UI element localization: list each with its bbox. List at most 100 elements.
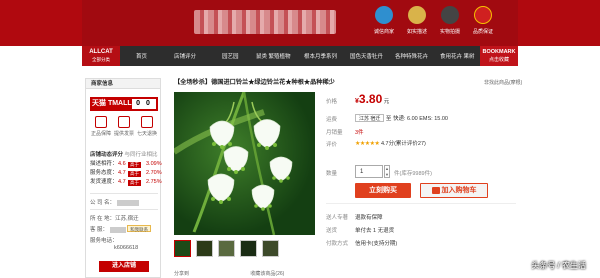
bookmark-line2: 点击收藏: [488, 57, 509, 63]
cart-icon: [431, 186, 440, 194]
shield-icon: [95, 116, 107, 128]
tmall-badge[interactable]: 天猫 TMALL.COM 0 0: [90, 97, 158, 111]
nav-roses[interactable]: 根本月季系列: [304, 52, 337, 60]
return-icon: [141, 116, 153, 128]
payment-value: 信用卡(支持分期): [355, 241, 398, 247]
nav-bulbs[interactable]: 鼠类 繁殖植物: [256, 52, 291, 60]
thumbnail[interactable]: [262, 240, 279, 257]
star-rating: ★★★★★: [355, 141, 380, 147]
add-cart-label: 加入购物车: [441, 187, 477, 194]
dsr-label: 服务态度：: [90, 170, 118, 176]
dsr-pct: 2.70%: [146, 170, 162, 176]
badge-honest: 诚信商家: [373, 6, 395, 46]
service-label: 客 服：: [90, 227, 109, 233]
tmall-counter: 0 0: [132, 99, 156, 109]
nav-peony[interactable]: 国色天香牡丹: [350, 52, 383, 60]
watermark: 头条号 / 农生活: [531, 261, 586, 270]
all-category-button[interactable]: ALLCAT 全部分类: [82, 46, 120, 66]
badge-label: 如实描述: [406, 29, 427, 35]
shop-info-header: 商家信息: [86, 79, 160, 89]
logo-line2: 全部分类: [92, 57, 110, 62]
shipping-label: 运费: [326, 117, 338, 123]
promise-label: 送人专著: [326, 215, 349, 221]
shipping-value: 江苏 宿迁 至 快递: 6.00 EMS: 15.00: [355, 114, 448, 122]
rating-text: 4.7分(累计评价27): [380, 141, 426, 147]
lily-of-the-valley-image: [174, 92, 293, 235]
nav-garden[interactable]: 园艺园: [222, 52, 239, 60]
guarantee-label: 正品保障: [90, 131, 111, 137]
badge-label: 品质保证: [472, 29, 493, 35]
rating-value[interactable]: ★★★★★ 4.7分(累计评价27): [355, 139, 426, 147]
dsr-compare: 与同行业相比: [124, 152, 158, 158]
dsr-value: 4.7: [118, 170, 126, 176]
divider: [90, 193, 158, 194]
price-value: ¥3.80 元: [355, 92, 389, 106]
quantity-input[interactable]: 1: [355, 165, 383, 178]
service-row: 客 服： 和我联系: [90, 225, 152, 233]
bookmark-line1: BOOKMARK: [482, 49, 516, 55]
guarantee-label: 七天退换: [136, 131, 157, 137]
logo-line1: ALLCAT: [89, 49, 113, 55]
enter-shop-button[interactable]: 进入店铺: [99, 261, 149, 272]
thumbnail[interactable]: [218, 240, 235, 257]
thumbnail[interactable]: [174, 240, 191, 257]
quantity-stepper[interactable]: ▲ ▼: [384, 165, 390, 178]
shipping-detail: 至 快递: 6.00 EMS: 15.00: [385, 116, 448, 122]
thumbnail[interactable]: [240, 240, 257, 257]
product-main-image[interactable]: [174, 92, 315, 235]
add-to-cart-button[interactable]: 加入购物车: [420, 183, 488, 198]
badge-quality: 品质保证: [472, 6, 494, 46]
dsr-value: 4.6: [118, 161, 126, 167]
dsr-tag: 高于: [128, 161, 141, 168]
phone-row: 服务电话：: [90, 236, 118, 244]
dsr-value: 4.7: [118, 179, 126, 185]
shop-info-panel: 商家信息 天猫 TMALL.COM 0 0 正品保障 提供发票 七天退换 店铺动…: [85, 78, 162, 278]
guarantee-invoice: 提供发票: [113, 116, 135, 137]
region-select[interactable]: 江苏 宿迁: [355, 114, 385, 122]
dsr-label: 发货速度：: [90, 179, 118, 185]
company-name-hidden: [116, 199, 139, 206]
stock-text: 件(库存9989件): [394, 171, 432, 177]
promise-value: 退款有保障: [355, 215, 383, 221]
nav-rating[interactable]: 店铺评分: [174, 52, 196, 60]
buy-now-button[interactable]: 立刻购买: [355, 183, 411, 198]
service-name-hidden: [109, 226, 126, 233]
invoice-icon: [118, 116, 130, 128]
sales-label: 月销量: [326, 130, 343, 136]
nav-home[interactable]: 首页: [136, 52, 147, 60]
quantity-label: 数量: [326, 171, 338, 177]
category-link[interactable]: 非找此商品(摩根): [484, 79, 522, 86]
rating-label: 评价: [326, 142, 338, 148]
dsr-label: 描述相符：: [90, 161, 118, 167]
dsr-pct: 3.09%: [146, 161, 162, 167]
divider: [326, 203, 516, 204]
dsr-row: 描述相符： 4.6 高于 3.09%: [90, 160, 162, 169]
dsr-tag: 高于: [128, 170, 141, 177]
nav-edible[interactable]: 食用花卉 果树: [440, 52, 475, 60]
delivery-label: 送货: [326, 228, 338, 234]
nav-special[interactable]: 各种特殊花卉: [395, 52, 428, 60]
product-title: 【全场秒杀】德国进口铃兰★绿边铃兰花★种根★品种稀少: [174, 79, 335, 86]
collect-link[interactable]: 收藏该商品(26): [250, 271, 284, 277]
divider: [90, 209, 158, 210]
thumbnail[interactable]: [196, 240, 213, 257]
guarantee-icons: 正品保障 提供发票 七天退换: [90, 116, 158, 144]
sales-value: 3件: [355, 130, 364, 136]
share-label[interactable]: 分享到: [174, 271, 189, 277]
shop-dsr: 店铺动态评分 与同行业相比 描述相符： 4.6 高于 3.09% 服务态度： 4…: [90, 150, 162, 187]
price-label: 价格: [326, 99, 338, 105]
badge-description: 如实描述: [406, 6, 428, 46]
location-label: 所 在 地：: [90, 216, 116, 222]
banner-area: 诚信商家 如实描述 实物拍摄 品质保证: [82, 0, 518, 46]
location-value: 江苏,宿迁: [115, 216, 139, 222]
dsr-pct: 2.75%: [146, 179, 162, 185]
camera-icon: [441, 6, 459, 24]
company-row: 公 司 名：: [90, 198, 139, 206]
delivery-value: 单付去 1 无退货: [355, 228, 395, 234]
contact-button[interactable]: 和我联系: [127, 225, 152, 232]
shop-nav: ALLCAT 全部分类 首页 店铺评分 园艺园 鼠类 繁殖植物 根本月季系列 国…: [82, 46, 518, 66]
guarantee-return: 七天退换: [136, 116, 158, 137]
company-label: 公 司 名：: [90, 200, 116, 206]
dsr-row: 发货速度： 4.7 高于 2.75%: [90, 178, 162, 187]
bookmark-button[interactable]: BOOKMARK 点击收藏: [480, 46, 518, 66]
